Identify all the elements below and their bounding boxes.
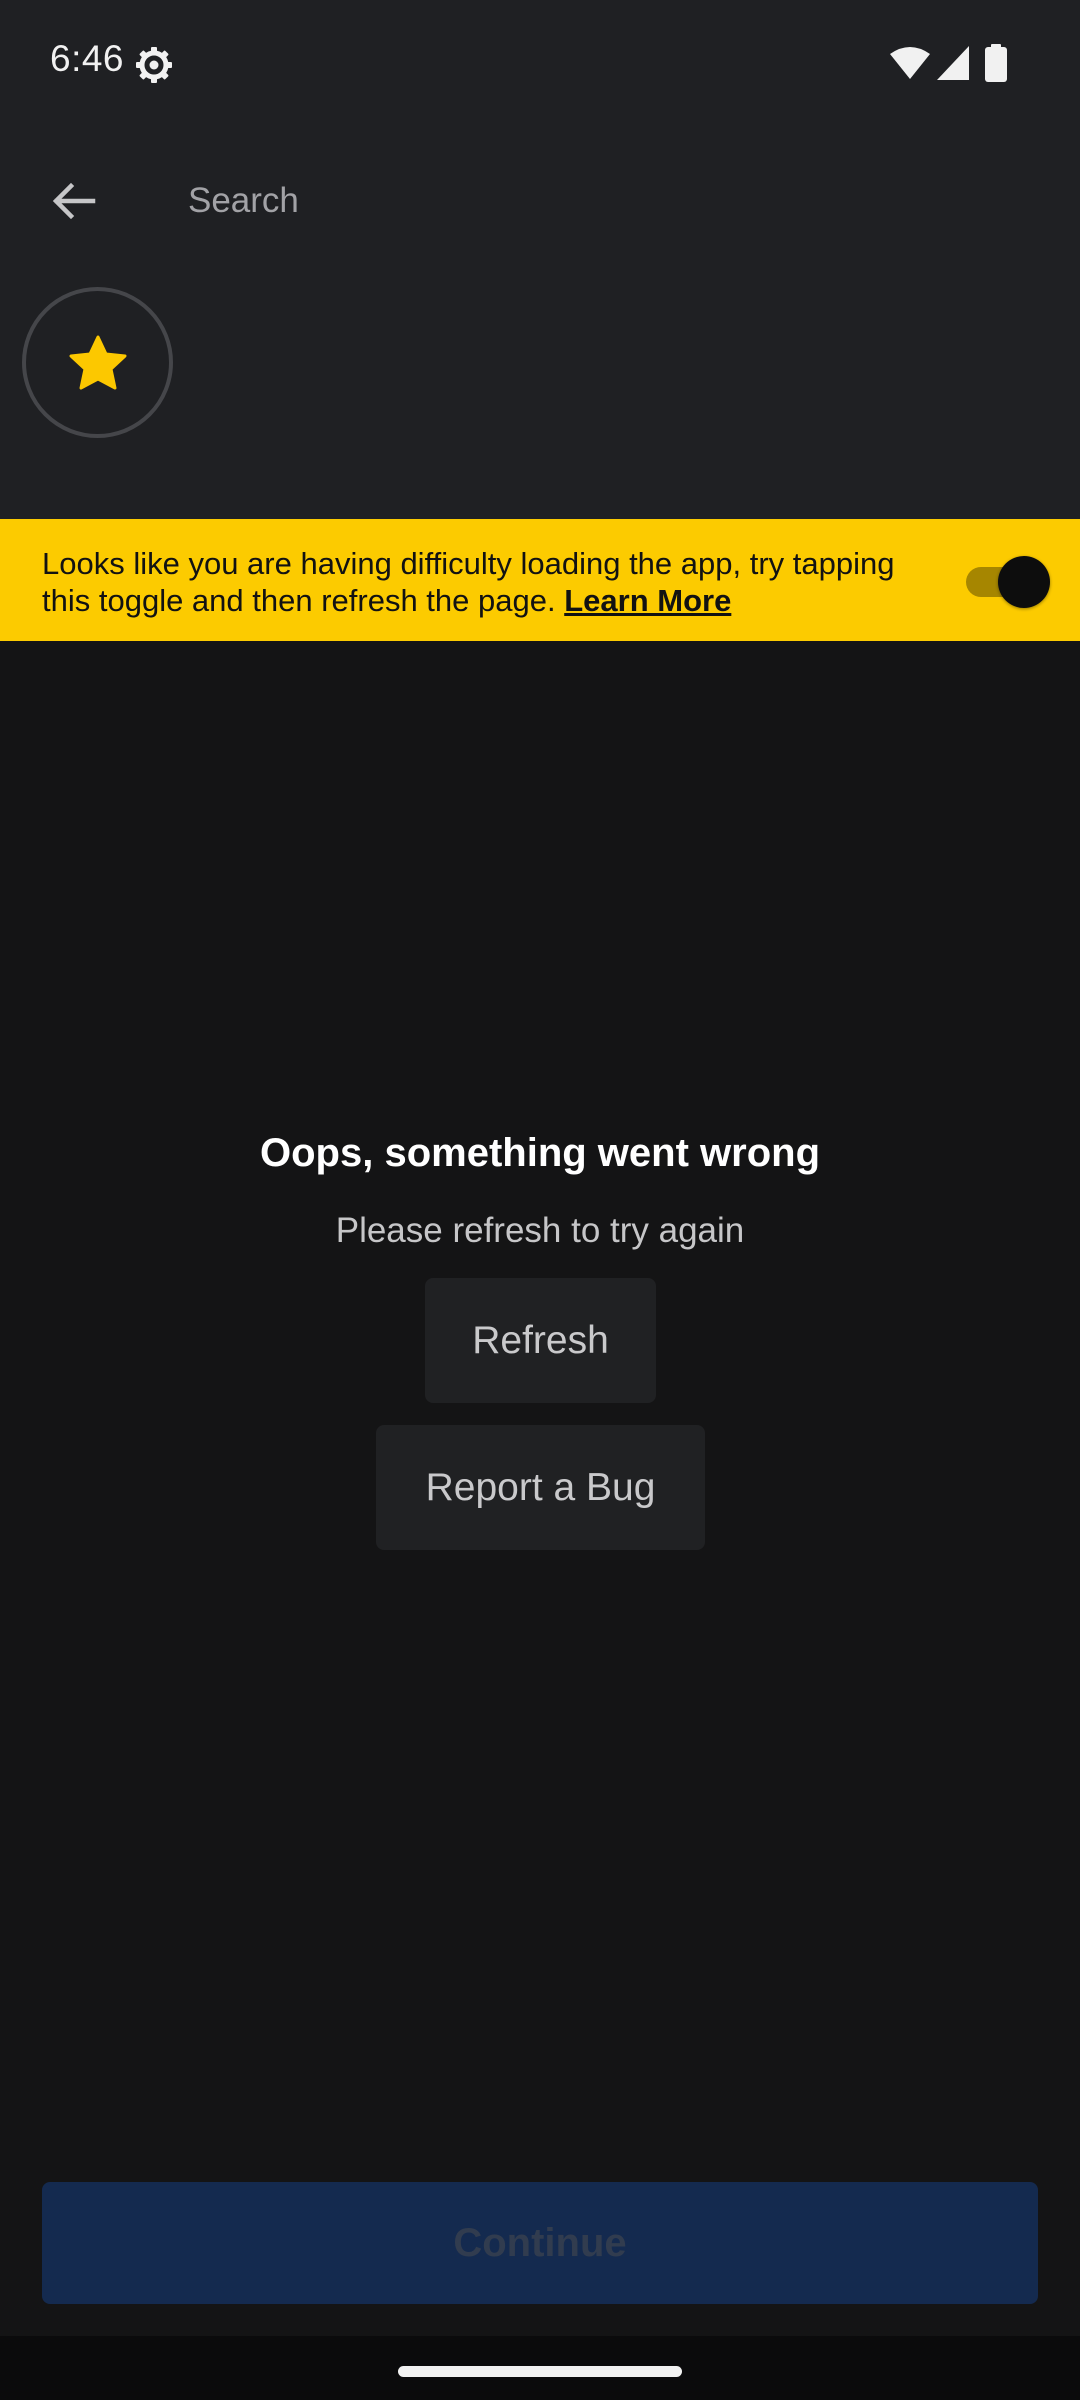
status-bar: 6:46 <box>0 0 1080 128</box>
star-icon <box>69 335 126 389</box>
home-indicator[interactable] <box>398 2366 682 2377</box>
status-time: 6:46 <box>50 38 125 79</box>
banner-message-text: Looks like you are having difficulty loa… <box>42 546 895 618</box>
search-input[interactable] <box>188 170 1038 232</box>
continue-button[interactable]: Continue <box>42 2182 1038 2304</box>
compatibility-toggle[interactable] <box>966 554 1050 608</box>
favorite-button[interactable] <box>22 287 173 438</box>
error-subtitle: Please refresh to try again <box>335 1211 745 1250</box>
wifi-icon <box>890 46 930 80</box>
gear-icon <box>134 45 174 85</box>
toggle-thumb <box>998 556 1050 608</box>
cell-signal-icon <box>937 46 969 80</box>
navigation-bar <box>0 2336 1080 2400</box>
refresh-button[interactable]: Refresh <box>425 1278 656 1403</box>
learn-more-link[interactable]: Learn More <box>564 583 731 618</box>
report-bug-button[interactable]: Report a Bug <box>376 1425 705 1550</box>
battery-icon <box>985 44 1007 82</box>
loading-difficulty-banner: Looks like you are having difficulty loa… <box>0 519 1080 641</box>
back-button[interactable] <box>36 164 110 238</box>
error-title: Oops, something went wrong <box>260 1131 820 1175</box>
banner-message: Looks like you are having difficulty loa… <box>42 545 942 619</box>
arrow-back-icon <box>52 182 96 220</box>
